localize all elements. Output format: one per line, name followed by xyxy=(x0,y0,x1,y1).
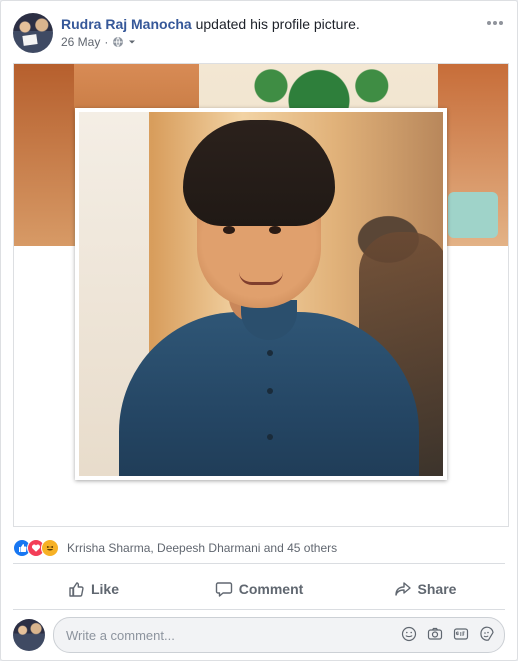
shirt-button xyxy=(267,350,273,356)
post-media[interactable] xyxy=(13,63,509,527)
cover-cushion xyxy=(448,192,498,238)
emoji-icon[interactable] xyxy=(400,625,418,643)
gif-icon[interactable] xyxy=(452,625,470,643)
more-icon xyxy=(487,21,503,25)
share-button[interactable]: Share xyxy=(345,573,505,605)
like-label: Like xyxy=(90,581,119,597)
post-actions: Like Comment Share xyxy=(13,569,505,609)
comment-icon xyxy=(215,582,232,597)
comment-label: Comment xyxy=(238,581,304,597)
more-options-button[interactable] xyxy=(485,13,505,33)
author-avatar[interactable] xyxy=(13,13,53,53)
reaction-summary-text[interactable]: Krrisha Sharma, Deepesh Dharmani and 45 … xyxy=(67,541,337,555)
post-title: Rudra Raj Manocha updated his profile pi… xyxy=(61,15,360,33)
comment-box[interactable] xyxy=(53,617,505,653)
reaction-icons xyxy=(13,539,59,557)
profile-photo xyxy=(79,112,443,476)
shirt-button xyxy=(267,388,273,394)
right-eye xyxy=(269,226,281,234)
thumbs-up-icon xyxy=(69,582,84,597)
person-hair xyxy=(183,120,335,226)
camera-icon[interactable] xyxy=(426,625,444,643)
sticker-icon[interactable] xyxy=(478,625,496,643)
globe-icon[interactable] xyxy=(112,36,124,48)
divider xyxy=(13,609,505,610)
author-name[interactable]: Rudra Raj Manocha xyxy=(61,16,192,32)
post-meta: 26 May · xyxy=(61,35,136,49)
left-eye xyxy=(223,226,235,234)
share-label: Share xyxy=(417,581,457,597)
chevron-down-icon[interactable] xyxy=(128,38,136,46)
smile xyxy=(239,272,283,285)
post-card: Rudra Raj Manocha updated his profile pi… xyxy=(0,0,518,661)
reactions-summary[interactable]: Krrisha Sharma, Deepesh Dharmani and 45 … xyxy=(13,539,337,557)
haha-reaction-icon xyxy=(41,539,59,557)
comment-composer xyxy=(13,617,505,653)
like-button[interactable]: Like xyxy=(13,573,173,605)
post-date[interactable]: 26 May xyxy=(61,35,100,49)
share-icon xyxy=(394,582,411,596)
divider xyxy=(13,563,505,564)
comment-icons xyxy=(400,625,496,643)
cover-left-pillar xyxy=(14,64,74,246)
current-user-avatar[interactable] xyxy=(13,619,45,651)
avatar-detail xyxy=(22,34,38,46)
comment-button[interactable]: Comment xyxy=(179,573,339,605)
post-action-text: updated his profile picture. xyxy=(195,16,360,32)
post-header: Rudra Raj Manocha updated his profile pi… xyxy=(13,13,505,53)
comment-input[interactable] xyxy=(64,626,368,644)
profile-photo-frame[interactable] xyxy=(75,108,447,480)
shirt-button xyxy=(267,434,273,440)
dot-separator: · xyxy=(104,35,109,49)
